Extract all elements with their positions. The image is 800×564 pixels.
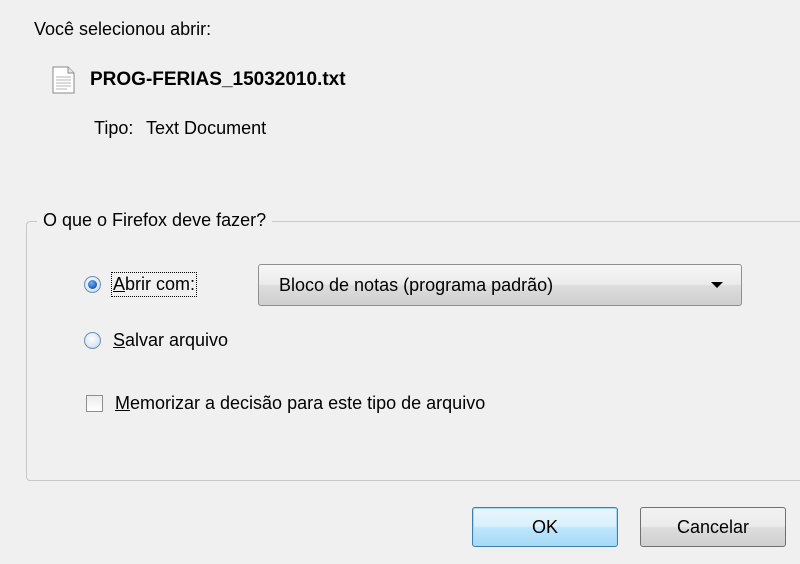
intro-text: Você selecionou abrir: (34, 19, 212, 39)
action-groupbox: O que o Firefox deve fazer? (26, 210, 800, 481)
download-dialog: Você selecionou abrir: PROG-FERIAS_15032… (0, 0, 800, 564)
open-with-app-value: Bloco de notas (programa padrão) (279, 274, 554, 295)
chevron-down-icon[interactable] (711, 282, 723, 288)
remember-decision-checkbox[interactable] (86, 395, 103, 412)
ok-button[interactable]: OK (472, 507, 618, 547)
save-file-radio[interactable] (84, 332, 101, 349)
file-type-value: Text Document (146, 118, 267, 138)
open-with-option[interactable]: Abrir com: (84, 272, 198, 297)
action-group-legend: O que o Firefox deve fazer? (37, 210, 273, 231)
file-name: PROG-FERIAS_15032010.txt (90, 69, 346, 90)
open-with-radio[interactable] (84, 276, 101, 293)
open-with-label[interactable]: Abrir com: (110, 272, 198, 297)
save-file-label[interactable]: Salvar arquivo (113, 330, 228, 351)
file-type-row: Tipo: Text Document (94, 118, 266, 139)
remember-decision-option[interactable]: Memorizar a decisão para este tipo de ar… (86, 393, 485, 414)
file-row: PROG-FERIAS_15032010.txt (50, 66, 346, 94)
save-file-option[interactable]: Salvar arquivo (84, 330, 228, 351)
open-with-app-select[interactable]: Bloco de notas (programa padrão) (258, 264, 742, 306)
text-file-icon (52, 66, 75, 94)
remember-decision-label[interactable]: Memorizar a decisão para este tipo de ar… (115, 393, 485, 414)
file-type-label: Tipo: (94, 118, 134, 138)
cancel-button[interactable]: Cancelar (640, 507, 786, 547)
